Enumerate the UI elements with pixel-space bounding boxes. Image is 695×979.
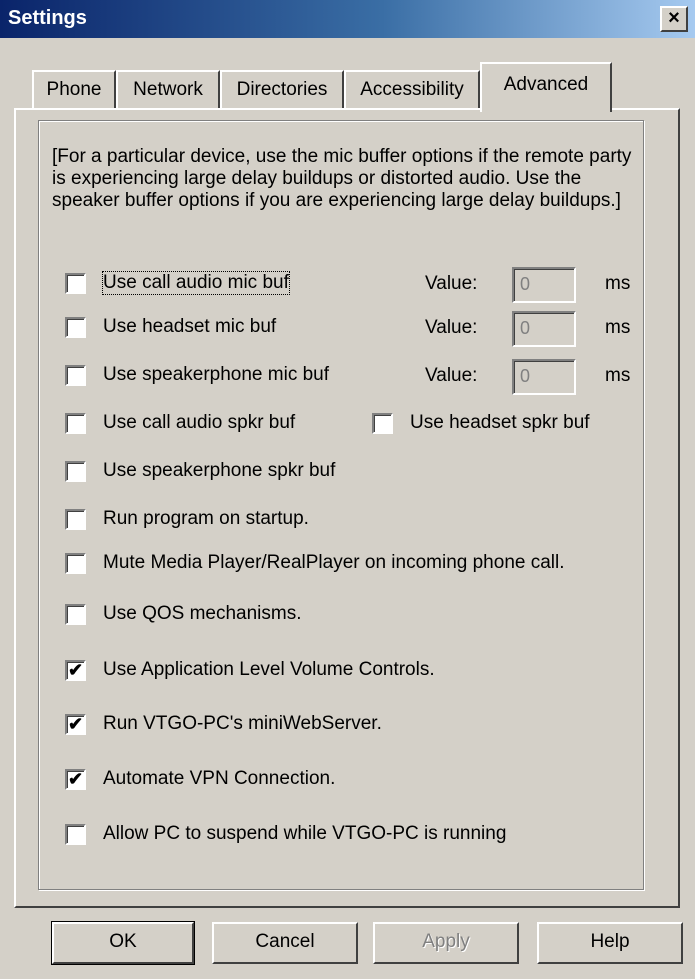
run-on-startup-label: Run program on startup. — [103, 508, 309, 529]
tab-phone-label: Phone — [46, 79, 102, 100]
tab-phone[interactable]: Phone — [32, 70, 116, 110]
value-label: Value: — [425, 273, 478, 294]
call-audio-spkr-buf-label: Use call audio spkr buf — [103, 412, 296, 433]
tab-directories[interactable]: Directories — [220, 70, 344, 110]
app-volume-controls-checkbox[interactable]: ✔ — [65, 660, 86, 681]
tab-advanced-label: Advanced — [503, 74, 589, 95]
headset-spkr-buf-label: Use headset spkr buf — [410, 412, 590, 433]
ok-button[interactable]: OK — [51, 921, 195, 965]
value-label: Value: — [425, 365, 478, 386]
allow-suspend-checkbox[interactable] — [65, 824, 86, 845]
tab-directories-label: Directories — [236, 79, 328, 100]
headset-mic-buf-label: Use headset mic buf — [103, 316, 277, 337]
close-button[interactable]: × — [660, 6, 688, 32]
mini-web-server-label: Run VTGO-PC's miniWebServer. — [103, 713, 382, 734]
speakerphone-spkr-buf-checkbox[interactable] — [65, 461, 86, 482]
tab-accessibility[interactable]: Accessibility — [344, 70, 480, 110]
headset-mic-value-input[interactable]: 0 — [512, 311, 576, 347]
use-qos-checkbox[interactable] — [65, 604, 86, 625]
tab-advanced[interactable]: Advanced — [480, 62, 612, 112]
window-title: Settings — [8, 7, 87, 29]
headset-mic-buf-checkbox[interactable] — [65, 317, 86, 338]
apply-button[interactable]: Apply — [373, 922, 519, 964]
speakerphone-spkr-buf-label: Use speakerphone spkr buf — [103, 460, 336, 481]
speakerphone-mic-buf-checkbox[interactable] — [65, 365, 86, 386]
close-icon: × — [668, 7, 680, 29]
cancel-button[interactable]: Cancel — [212, 922, 358, 964]
mute-media-player-label: Mute Media Player/RealPlayer on incoming… — [103, 552, 565, 573]
run-on-startup-checkbox[interactable] — [65, 509, 86, 530]
use-qos-label: Use QOS mechanisms. — [103, 603, 302, 624]
speakerphone-mic-value-input[interactable]: 0 — [512, 359, 576, 395]
app-volume-controls-label: Use Application Level Volume Controls. — [103, 659, 435, 680]
headset-spkr-buf-checkbox[interactable] — [372, 413, 393, 434]
automate-vpn-label: Automate VPN Connection. — [103, 768, 336, 789]
call-audio-spkr-buf-checkbox[interactable] — [65, 413, 86, 434]
call-audio-mic-buf-checkbox[interactable] — [65, 273, 86, 294]
call-audio-mic-value-input[interactable]: 0 — [512, 267, 576, 303]
allow-suspend-label: Allow PC to suspend while VTGO-PC is run… — [103, 823, 507, 844]
mute-media-player-checkbox[interactable] — [65, 553, 86, 574]
unit-label: ms — [605, 317, 631, 338]
help-button[interactable]: Help — [537, 922, 683, 964]
unit-label: ms — [605, 273, 631, 294]
value-label: Value: — [425, 317, 478, 338]
unit-label: ms — [605, 365, 631, 386]
call-audio-mic-buf-label: Use call audio mic buf — [102, 271, 290, 295]
speakerphone-mic-buf-label: Use speakerphone mic buf — [103, 364, 330, 385]
automate-vpn-checkbox[interactable]: ✔ — [65, 769, 86, 790]
mini-web-server-checkbox[interactable]: ✔ — [65, 714, 86, 735]
tab-network-label: Network — [133, 79, 203, 100]
settings-window: Settings × Phone Network Directories Acc… — [0, 0, 695, 979]
buffer-description: [For a particular device, use the mic bu… — [52, 146, 632, 211]
title-bar: Settings × — [0, 0, 695, 38]
tab-accessibility-label: Accessibility — [360, 79, 464, 100]
tab-network[interactable]: Network — [116, 70, 220, 110]
